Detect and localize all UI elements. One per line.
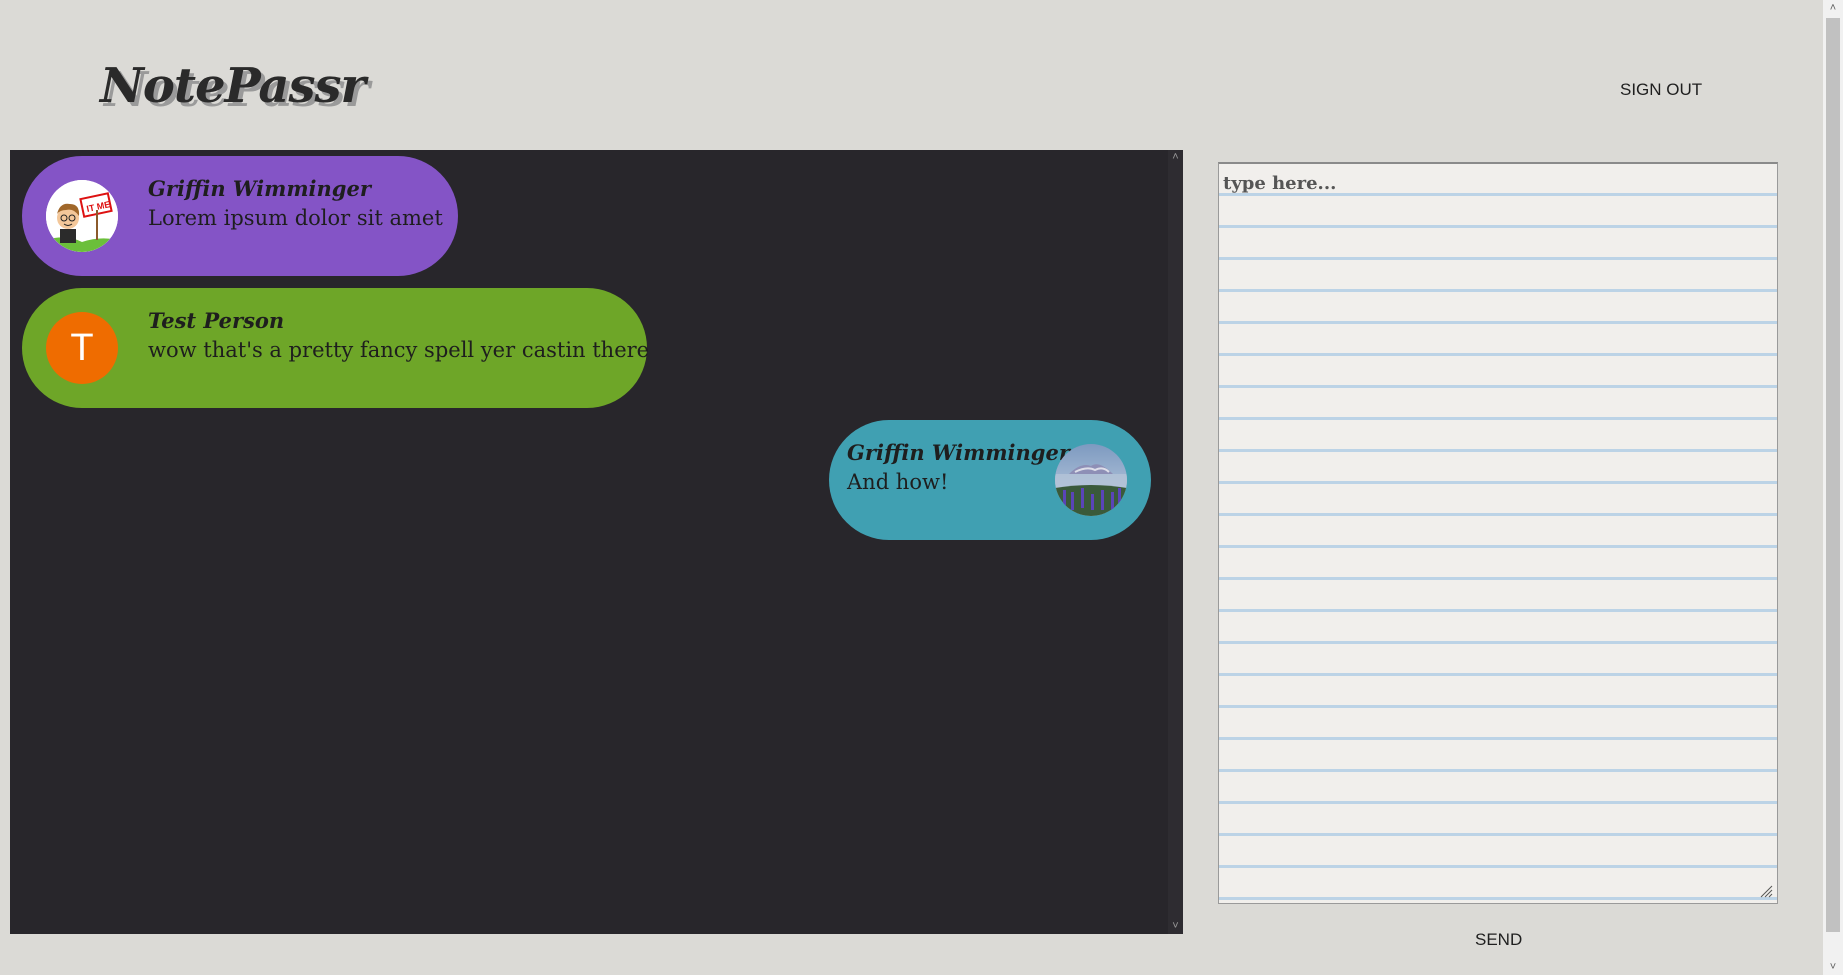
message-author: Test Person [148,308,285,333]
scroll-down-icon[interactable]: ˅ [1168,919,1183,934]
chat-panel[interactable]: IT ME Griffin Wimminger Lorem ipsum dolo… [10,150,1183,934]
user-avatar [1055,444,1127,516]
app-logo: NotePassr [100,58,366,114]
mountain-landscape-icon [1055,444,1127,516]
page-scrollbar[interactable]: ˄ ˅ [1823,0,1843,975]
scroll-up-icon[interactable]: ˄ [1168,150,1183,165]
message-bubble: T Test Person wow that's a pretty fancy … [22,288,650,408]
message-bubble: Griffin Wimminger And how! [829,420,1151,540]
cartoon-avatar-icon: IT ME [46,180,118,252]
sign-out-button[interactable]: SIGN OUT [1620,80,1702,100]
chat-scrollbar[interactable]: ˄ ˅ [1168,150,1183,934]
app-root: NotePassr SIGN OUT IT ME Griffin Wimming… [0,0,1843,975]
message-bubble: IT ME Griffin Wimminger Lorem ipsum dolo… [22,156,458,276]
message-text: wow that's a pretty fancy spell yer cast… [148,338,650,362]
scrollbar-thumb[interactable] [1826,18,1840,932]
message-author: Griffin Wimminger [847,440,1070,465]
user-avatar: IT ME [46,180,118,252]
send-button[interactable]: SEND [1475,930,1522,950]
message-author: Griffin Wimminger [148,176,371,201]
message-text: Lorem ipsum dolor sit amet [148,206,443,230]
scroll-up-icon[interactable]: ˄ [1823,0,1843,16]
message-text: And how! [847,470,949,494]
scroll-down-icon[interactable]: ˅ [1823,959,1843,975]
message-input[interactable] [1218,162,1778,904]
user-avatar: T [46,312,118,384]
